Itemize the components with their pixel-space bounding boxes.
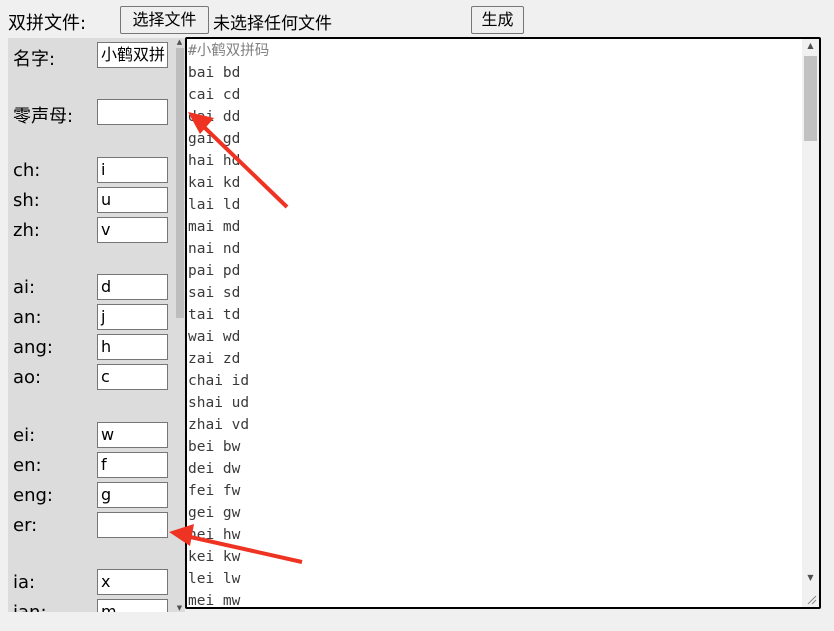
mapping-row-ei: ei: w [8, 422, 185, 448]
mapping-row-ian: ian: m [8, 599, 185, 612]
mapping-label: ei: [13, 425, 36, 446]
name-input[interactable]: 小鹤双拼 [97, 42, 168, 68]
mapping-input[interactable]: i [97, 157, 168, 183]
mapping-label: sh: [13, 190, 40, 211]
mapping-input[interactable]: v [97, 217, 168, 243]
output-line: sai sd [188, 285, 241, 301]
output-line: zhai vd [188, 417, 250, 433]
file-label: 双拼文件: [8, 13, 87, 34]
output-line: hei hw [188, 527, 241, 543]
mapping-row-ia: ia: x [8, 569, 185, 595]
output-line: pai pd [188, 263, 241, 279]
output-line: mai md [188, 219, 241, 235]
output-line: kei kw [188, 549, 241, 565]
settings-scrollbar[interactable]: ▲ ▼ [174, 38, 185, 612]
mapping-label: ai: [13, 277, 36, 298]
output-line: cai cd [188, 87, 241, 103]
mapping-label: er: [13, 515, 38, 536]
toolbar: 双拼文件: 选择文件 未选择任何文件 生成 [0, 0, 834, 38]
output-line: bai bd [188, 65, 241, 81]
mapping-label: an: [13, 307, 42, 328]
scroll-up-arrow-icon[interactable]: ▲ [802, 41, 819, 50]
output-line: wai wd [188, 329, 241, 345]
mapping-row-ai: ai: d [8, 274, 185, 300]
settings-panel: 名字: 小鹤双拼 零声母: ch: i sh: u zh: v ai: d an… [8, 38, 185, 612]
output-line: lai ld [188, 197, 241, 213]
output-scrollbar-thumb[interactable] [804, 56, 817, 141]
mapping-input[interactable]: m [97, 599, 168, 612]
output-line: gai gd [188, 131, 241, 147]
output-line: chai id [188, 373, 250, 389]
output-scrollbar[interactable]: ▲ ▼ [802, 39, 819, 607]
mapping-row-en: en: f [8, 452, 185, 478]
mapping-row-ao: ao: c [8, 364, 185, 390]
choose-file-button[interactable]: 选择文件 [120, 6, 209, 34]
mapping-row-ang: ang: h [8, 334, 185, 360]
mapping-label: ia: [13, 572, 36, 593]
output-line: nai nd [188, 241, 241, 257]
zero-initial-input[interactable] [97, 99, 168, 125]
mapping-row-zh: zh: v [8, 217, 185, 243]
file-status-text: 未选择任何文件 [213, 14, 332, 34]
mapping-label: zh: [13, 220, 40, 241]
mapping-input[interactable]: g [97, 482, 168, 508]
output-line: #小鹤双拼码 [188, 43, 270, 59]
output-line: shai ud [188, 395, 250, 411]
mapping-row-ch: ch: i [8, 157, 185, 183]
mapping-label: ang: [13, 337, 53, 358]
mapping-input[interactable]: u [97, 187, 168, 213]
name-row: 名字: 小鹤双拼 [8, 42, 185, 70]
mapping-input[interactable]: f [97, 452, 168, 478]
name-label: 名字: [13, 49, 56, 70]
mapping-input[interactable]: w [97, 422, 168, 448]
mapping-label: en: [13, 455, 42, 476]
zero-initial-label: 零声母: [13, 106, 74, 127]
output-line: fei fw [188, 483, 241, 499]
output-text: #小鹤双拼码 bai bd cai cd dai dd gai gd hai hd kai … [188, 40, 800, 609]
scroll-down-arrow-icon[interactable]: ▼ [175, 604, 184, 612]
generate-button[interactable]: 生成 [471, 6, 524, 34]
mapping-input[interactable]: h [97, 334, 168, 360]
mapping-input[interactable]: j [97, 304, 168, 330]
output-line: bei bw [188, 439, 241, 455]
mapping-input[interactable]: x [97, 569, 168, 595]
zero-initial-row: 零声母: [8, 99, 185, 127]
mapping-input[interactable]: d [97, 274, 168, 300]
mapping-row-sh: sh: u [8, 187, 185, 213]
output-textarea[interactable]: #小鹤双拼码 bai bd cai cd dai dd gai gd hai hd kai … [185, 37, 821, 609]
mapping-input[interactable] [97, 512, 168, 538]
mapping-row-er: er: [8, 512, 185, 538]
output-line: tai td [188, 307, 241, 323]
output-line: dei dw [188, 461, 241, 477]
output-line: hai hd [188, 153, 241, 169]
settings-scrollbar-thumb[interactable] [176, 48, 184, 318]
scroll-down-arrow-icon[interactable]: ▼ [802, 573, 819, 582]
output-line: kai kd [188, 175, 241, 191]
output-line: lei lw [188, 571, 241, 587]
mapping-label: eng: [13, 485, 53, 506]
mapping-label: ian: [13, 602, 47, 612]
mapping-row-an: an: j [8, 304, 185, 330]
output-line: zai zd [188, 351, 241, 367]
output-line: gei gw [188, 505, 241, 521]
mapping-input[interactable]: c [97, 364, 168, 390]
mapping-row-eng: eng: g [8, 482, 185, 508]
mapping-label: ch: [13, 160, 41, 181]
output-line: dai dd [188, 109, 241, 125]
output-line: mei mw [188, 593, 241, 609]
scroll-up-arrow-icon[interactable]: ▲ [175, 38, 184, 46]
resize-grip-icon[interactable] [805, 593, 817, 605]
mapping-label: ao: [13, 367, 42, 388]
